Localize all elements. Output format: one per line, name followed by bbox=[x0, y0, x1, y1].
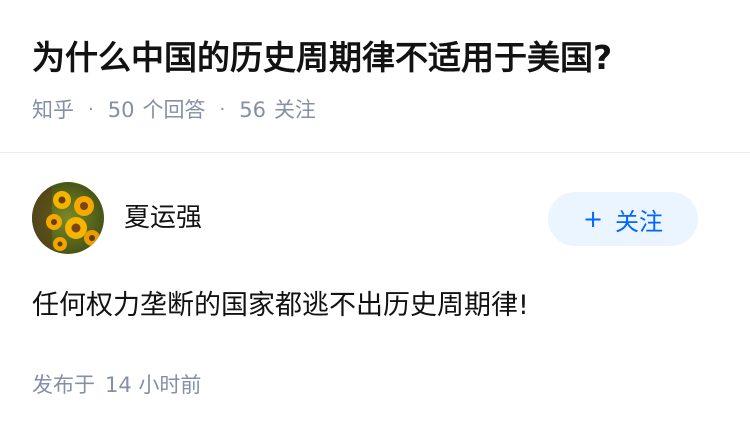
answer-content[interactable]: 任何权力垄断的国家都逃不出历史周期律! bbox=[32, 288, 529, 324]
separator-dot: · bbox=[88, 99, 94, 120]
answer-count-label: 个回答 bbox=[142, 98, 206, 122]
answer-count: 50 bbox=[107, 98, 135, 122]
published-label: 发布于 bbox=[32, 373, 95, 397]
author-name[interactable]: 夏运强 bbox=[124, 201, 202, 235]
author-avatar[interactable] bbox=[32, 182, 104, 254]
source-label: 知乎 bbox=[32, 98, 74, 122]
follow-button-label: 关注 bbox=[615, 207, 664, 236]
page: 为什么中国的历史周期律不适用于美国? 知乎 · 50 个回答 · 56 关注 夏… bbox=[0, 0, 750, 434]
follow-button[interactable]: + 关注 bbox=[548, 192, 698, 246]
question-header: 为什么中国的历史周期律不适用于美国? 知乎 · 50 个回答 · 56 关注 bbox=[0, 0, 750, 153]
separator-dot: · bbox=[219, 99, 226, 120]
answer-publish-time: 发布于 14 小时前 bbox=[32, 371, 201, 399]
follower-count-label: 关注 bbox=[273, 98, 316, 122]
question-meta: 知乎 · 50 个回答 · 56 关注 bbox=[32, 96, 316, 124]
sunflower-avatar-icon bbox=[32, 182, 104, 254]
published-time: 14 小时前 bbox=[105, 373, 202, 397]
follower-count: 56 bbox=[239, 98, 266, 122]
answer-card: 夏运强 + 关注 任何权力垄断的国家都逃不出历史周期律! 发布于 14 小时前 bbox=[0, 152, 750, 434]
question-title[interactable]: 为什么中国的历史周期律不适用于美国? bbox=[32, 36, 612, 80]
plus-icon: + bbox=[582, 205, 604, 233]
